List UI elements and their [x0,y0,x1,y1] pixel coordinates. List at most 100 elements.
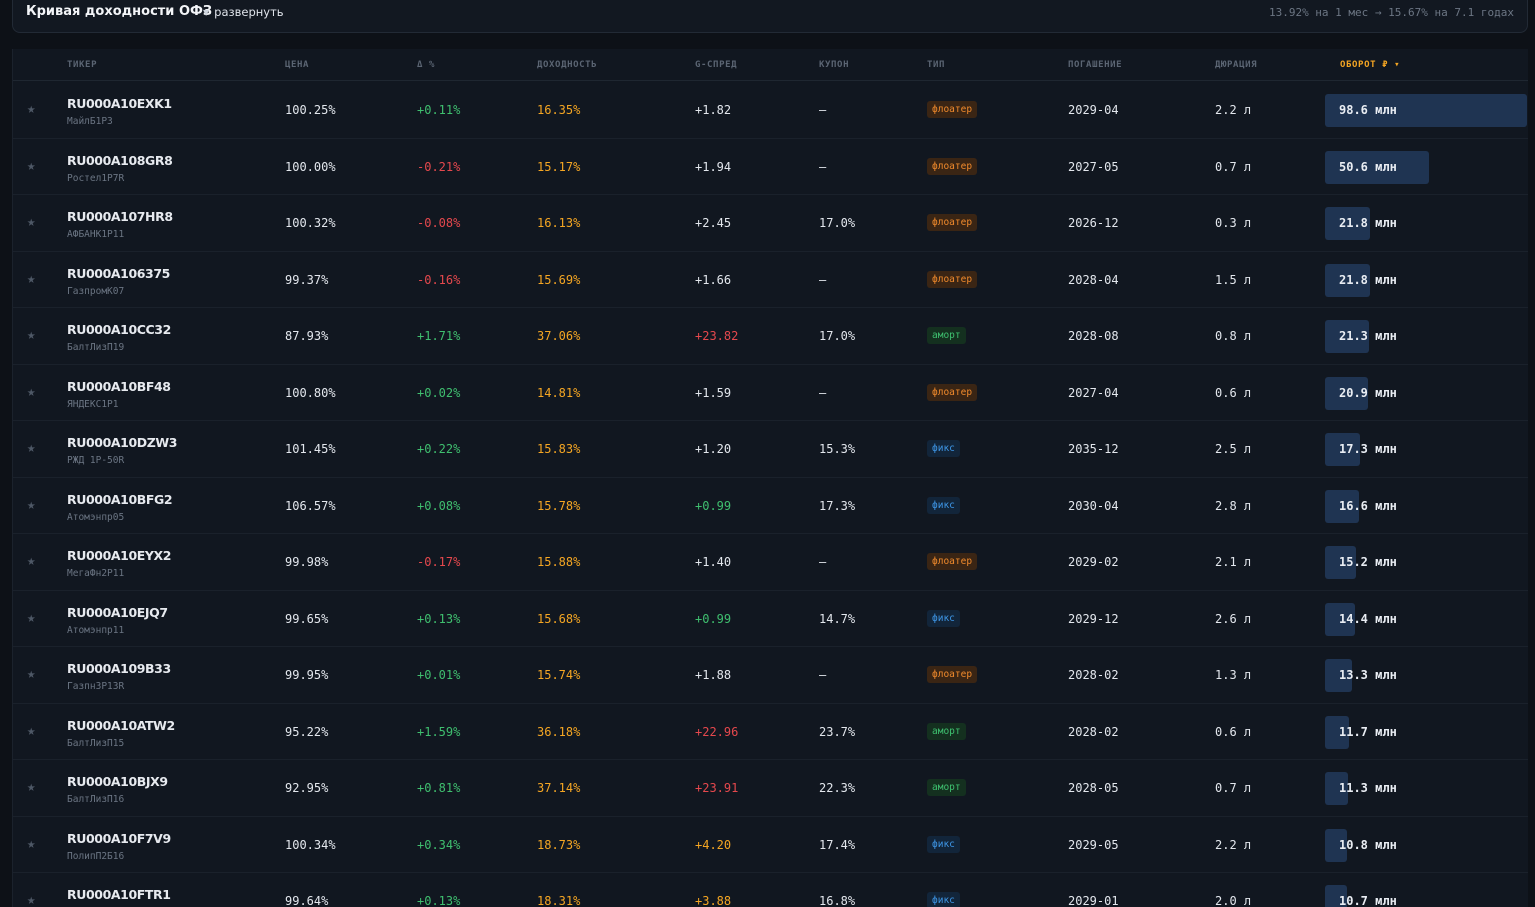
col-header-price[interactable]: ЦЕНА [285,60,309,70]
maturity-value: 2030-04 [1068,498,1119,513]
coupon-value: — [819,668,827,682]
table-row[interactable]: ★ RU000A10ATW2 БалтЛизП15 95.22% +1.59% 36.18… [13,704,1528,760]
gspread-value: +3.88 [695,894,732,907]
ticker-code[interactable]: RU000A108GR8 [67,153,173,168]
favorite-star-icon[interactable]: ★ [27,327,35,343]
coupon-value: 16.8% [819,894,856,907]
table-row[interactable]: ★ RU000A10FTR1 99.64% +0.13% 18.31% +3.88 16.8… [13,873,1528,907]
table-row[interactable]: ★ RU000A10EYX2 МегаФн2Р11 99.98% -0.17% 15.88… [13,534,1528,591]
ticker-code[interactable]: RU000A10BJX9 [67,774,168,789]
turnover-value: 11.3 млн [1339,781,1397,795]
favorite-star-icon[interactable]: ★ [27,440,35,456]
type-badge: флоатер [927,270,978,288]
col-header-ticker[interactable]: ТИКЕР [67,60,97,70]
favorite-star-icon[interactable]: ★ [27,214,35,230]
coupon-value: 14.7% [819,611,856,626]
favorite-star-icon[interactable]: ★ [27,836,35,852]
ticker-code[interactable]: RU000A10EJQ7 [67,605,168,620]
yield-value: 16.35% [537,103,581,117]
col-header-gspread[interactable]: G-СПРЕД [695,60,737,70]
change-value: +0.13% [417,611,461,626]
type-badge: аморт [927,722,966,740]
ticker-code[interactable]: RU000A10EXK1 [67,96,172,111]
price-value: 87.93% [285,329,329,343]
yield-value: 37.06% [537,329,581,343]
coupon-value: — [819,272,827,287]
price-value: 100.25% [285,103,336,117]
col-header-maturity[interactable]: ПОГАШЕНИЕ [1068,60,1122,70]
ticker-code[interactable]: RU000A109B33 [67,661,171,676]
ticker-code[interactable]: RU000A10BFG2 [67,492,173,507]
gspread-value: +1.20 [695,442,732,456]
favorite-star-icon[interactable]: ★ [27,101,35,117]
maturity-value: 2035-12 [1068,442,1119,456]
ticker-code[interactable]: RU000A106375 [67,266,170,281]
ticker-code[interactable]: RU000A10DZW3 [67,435,177,450]
gspread-value: +1.66 [695,272,732,287]
price-value: 92.95% [285,781,329,795]
table-row[interactable]: ★ RU000A10BJX9 БалтЛизП16 92.95% +0.81% 37.14… [13,760,1528,817]
col-header-type[interactable]: ТИП [927,60,945,70]
table-row[interactable]: ★ RU000A10EJQ7 Атомэнпр11 99.65% +0.13% 15.68… [13,591,1528,647]
col-header-change[interactable]: Δ % [417,60,435,70]
favorite-star-icon[interactable]: ★ [27,497,35,513]
favorite-star-icon[interactable]: ★ [27,666,35,682]
duration-value: 2.0 л [1215,894,1252,907]
coupon-value: 23.7% [819,724,856,739]
ticker-code[interactable]: RU000A10FTR1 [67,887,171,902]
favorite-star-icon[interactable]: ★ [27,892,35,907]
ticker-code[interactable]: RU000A10F7V9 [67,831,171,846]
col-header-yield[interactable]: ДОХОДНОСТЬ [537,60,597,70]
yield-value: 16.13% [537,216,581,230]
table-row[interactable]: ★ RU000A10EXK1 МайлБ1Р3 100.25% +0.11% 16.35%… [13,82,1528,139]
table-row[interactable]: ★ RU000A109B33 ГазпнЗР13R 99.95% +0.01% 15.74… [13,647,1528,704]
table-row[interactable]: ★ RU000A10BFG2 Атомэнпр05 106.57% +0.08% 15.7… [13,478,1528,534]
price-value: 95.22% [285,724,329,739]
favorite-star-icon[interactable]: ★ [27,271,35,287]
turnover-value: 10.7 млн [1339,894,1397,907]
col-header-coupon[interactable]: КУПОН [819,60,849,70]
favorite-star-icon[interactable]: ★ [27,553,35,569]
col-header-turnover[interactable]: ОБОРОТ ₽ ▾ [1340,60,1400,70]
bonds-table: ТИКЕР ЦЕНА Δ % ДОХОДНОСТЬ G-СПРЕД КУПОН … [12,49,1528,907]
change-value: +0.22% [417,442,461,456]
yield-value: 18.31% [537,894,581,907]
favorite-star-icon[interactable]: ★ [27,779,35,795]
table-row[interactable]: ★ RU000A106375 ГазпромК07 99.37% -0.16% 15.69… [13,252,1528,308]
coupon-value: 17.0% [819,329,856,343]
ticker-code[interactable]: RU000A10BF48 [67,379,171,394]
ticker-code[interactable]: RU000A10EYX2 [67,548,171,563]
ticker-code[interactable]: RU000A10ATW2 [67,718,175,733]
duration-value: 2.1 л [1215,555,1252,569]
issuer-name: ЯНДЕКС1Р1 [67,398,119,410]
duration-value: 0.7 л [1215,781,1252,795]
favorite-star-icon[interactable]: ★ [27,384,35,400]
maturity-value: 2028-05 [1068,781,1119,795]
gspread-value: +1.94 [695,159,732,174]
issuer-name: Атомэнпр05 [67,511,125,523]
favorite-star-icon[interactable]: ★ [27,723,35,739]
yield-value: 15.83% [537,442,581,456]
type-cell: флоатер [927,157,978,175]
issuer-name: АФБАНК1Р11 [67,229,125,240]
table-row[interactable]: ★ RU000A10BF48 ЯНДЕКС1Р1 100.80% +0.02% 14.81… [13,365,1528,421]
yield-value: 15.88% [537,555,581,569]
gspread-value: +23.91 [695,781,739,795]
ticker-code[interactable]: RU000A107HR8 [67,209,173,224]
table-row[interactable]: ★ RU000A107HR8 АФБАНК1Р11 100.32% -0.08% 16.1… [13,195,1528,252]
favorite-star-icon[interactable]: ★ [27,158,35,174]
ticker-code[interactable]: RU000A10CC32 [67,322,171,337]
maturity-value: 2029-02 [1068,555,1119,569]
table-row[interactable]: ★ RU000A10F7V9 ПолипП2Б16 100.34% +0.34% 18.7… [13,817,1528,873]
yield-value: 15.17% [537,159,581,174]
table-row[interactable]: ★ RU000A10CC32 БалтЛизП19 87.93% +1.71% 37.06… [13,308,1528,365]
expand-toggle[interactable]: ▼ развернуть [203,5,284,19]
table-row[interactable]: ★ RU000A108GR8 Ростел1Р7R 100.00% -0.21% 15.1… [13,139,1528,195]
favorite-star-icon[interactable]: ★ [27,610,35,626]
table-row[interactable]: ★ RU000A10DZW3 РЖД 1Р-50R 101.45% +0.22% 15.8… [13,421,1528,478]
col-header-duration[interactable]: ДЮРАЦИЯ [1215,60,1257,70]
maturity-value: 2028-04 [1068,272,1119,287]
type-badge: флоатер [927,553,978,570]
type-cell: флоатер [927,666,978,683]
gspread-value: +0.99 [695,611,732,626]
